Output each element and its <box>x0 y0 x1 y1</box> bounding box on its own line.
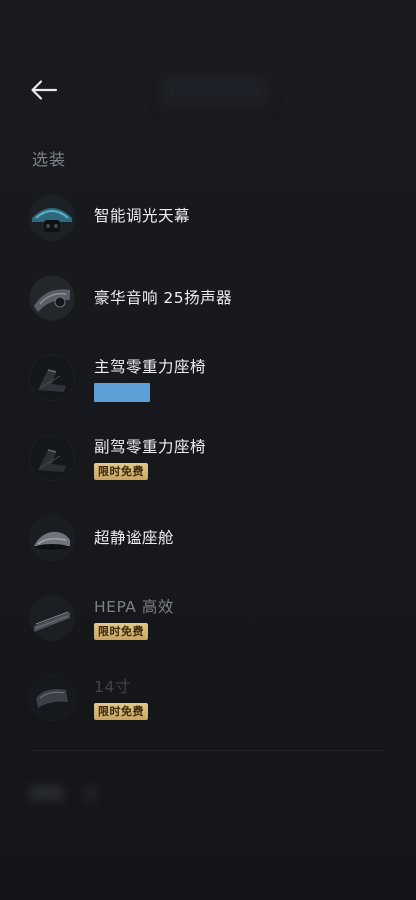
option-item-sunroof[interactable]: 智能调光天幕 <box>30 196 390 244</box>
divider <box>30 750 386 751</box>
section-title: 选装 <box>32 150 67 169</box>
seat-thumbnail <box>30 436 74 480</box>
options-screen: 选装 智能调光天幕 豪华音响 25扬声器 主驾零重力座椅 副驾零重力座椅 限时免… <box>0 0 416 900</box>
cabin-thumbnail <box>30 516 74 560</box>
option-item-hepa[interactable]: HEPA 高效 限时免费 <box>30 596 390 644</box>
option-item-screen[interactable]: 14寸 限时免费 <box>30 676 390 724</box>
footer-blurred <box>30 780 386 806</box>
option-label: 14寸 <box>94 678 131 696</box>
limited-free-badge: 限时免费 <box>94 623 148 640</box>
option-label: 豪华音响 25扬声器 <box>94 289 233 307</box>
screen-thumbnail <box>30 676 74 720</box>
seat-thumbnail <box>30 356 74 400</box>
option-label: 副驾零重力座椅 <box>94 438 207 456</box>
option-item-passenger-seat[interactable]: 副驾零重力座椅 限时免费 <box>30 436 390 484</box>
option-label: HEPA 高效 <box>94 598 174 616</box>
option-item-audio[interactable]: 豪华音响 25扬声器 <box>30 276 390 324</box>
filter-thumbnail <box>30 596 74 640</box>
header-title-blurred <box>160 74 270 108</box>
arrow-left-icon <box>31 80 58 100</box>
option-label: 主驾零重力座椅 <box>94 358 207 376</box>
back-button[interactable] <box>26 72 62 108</box>
limited-free-badge: 限时免费 <box>94 463 148 480</box>
redacted-tag <box>94 383 150 402</box>
option-item-quiet-cabin[interactable]: 超静谧座舱 <box>30 516 390 564</box>
sunroof-thumbnail <box>30 196 74 240</box>
option-label: 智能调光天幕 <box>94 207 191 225</box>
option-label: 超静谧座舱 <box>94 529 175 547</box>
speaker-thumbnail <box>30 276 74 320</box>
limited-free-badge: 限时免费 <box>94 703 148 720</box>
option-item-driver-seat[interactable]: 主驾零重力座椅 <box>30 356 390 404</box>
